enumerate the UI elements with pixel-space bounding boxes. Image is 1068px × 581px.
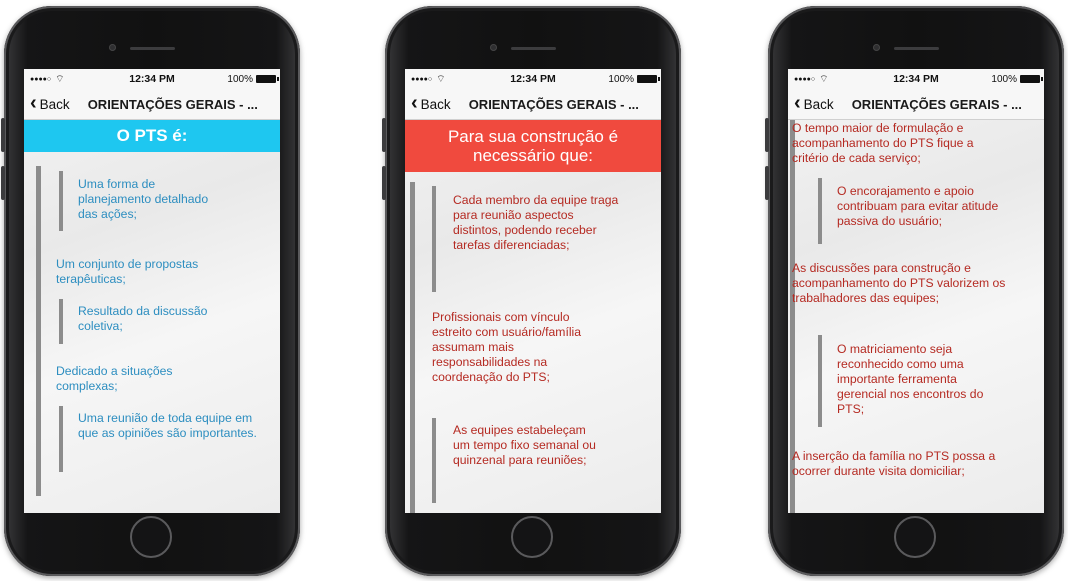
phone-3: ●●●●○ ⌔ 12:34 PM 100% ‹ Back ORIENTAÇÕES… (765, 6, 1064, 576)
quote-bar (59, 299, 63, 344)
battery-percent: 100% (227, 73, 253, 85)
banner-line: Para sua construção é (447, 127, 619, 146)
nav-title: ORIENTAÇÕES GERAIS - ... (468, 96, 639, 112)
outer-quote-bar (36, 166, 41, 496)
list-item: Um conjunto de propostas terapêuticas; (56, 257, 199, 286)
list-item: O matriciamento seja reconhecido como um… (837, 342, 984, 416)
phone-screen: ●●●●○ ⌔ 12:34 PM 100% ‹ Back ORIENTAÇÕES… (24, 69, 280, 513)
battery-indicator: 100% (227, 73, 279, 85)
back-label: Back (39, 96, 70, 112)
chevron-left-icon: ‹ (30, 92, 37, 114)
quote-bar (59, 171, 63, 231)
signal-dots-icon: ●●●●○ (30, 75, 52, 83)
back-button[interactable]: ‹ Back (794, 92, 834, 114)
signal-indicator: ●●●●○ ⌔ (30, 73, 65, 86)
chevron-left-icon: ‹ (794, 92, 801, 114)
wifi-icon: ⌔ (819, 73, 829, 85)
home-button[interactable] (130, 516, 172, 558)
nav-bar: ‹ Back ORIENTAÇÕES GERAIS - ... (24, 89, 280, 120)
home-button[interactable] (511, 516, 553, 558)
section-banner: O PTS é: (24, 120, 280, 152)
list-item: Uma forma de planejamento detalhado das … (78, 177, 209, 221)
front-camera (873, 44, 880, 51)
wifi-icon: ⌔ (55, 73, 65, 85)
list-item: O encorajamento e apoio contribuam para … (837, 184, 999, 228)
list-item: Resultado da discussão coletiva; (78, 304, 208, 333)
list-item: A inserção da família no PTS possa a oco… (792, 449, 996, 478)
battery-percent: 100% (991, 73, 1017, 85)
earpiece-speaker (511, 47, 556, 50)
front-camera (490, 44, 497, 51)
battery-indicator: 100% (608, 73, 660, 85)
signal-indicator: ●●●●○ ⌔ (411, 73, 446, 86)
list-item: Uma reunião de toda equipe em que as opi… (78, 411, 257, 440)
battery-icon (637, 75, 660, 83)
phone-screen: ●●●●○ ⌔ 12:34 PM 100% ‹ Back ORIENTAÇÕES… (405, 69, 661, 513)
quote-bar (818, 178, 822, 244)
battery-icon (1020, 75, 1043, 83)
earpiece-speaker (894, 47, 939, 50)
phone-screen: ●●●●○ ⌔ 12:34 PM 100% ‹ Back ORIENTAÇÕES… (788, 69, 1044, 513)
home-button[interactable] (894, 516, 936, 558)
list-item: Cada membro da equipe traga para reunião… (453, 193, 619, 252)
signal-indicator: ●●●●○ ⌔ (794, 73, 829, 86)
section-banner: Para sua construção é necessário que: (405, 120, 661, 172)
wifi-icon: ⌔ (436, 73, 446, 85)
banner-line: necessário que: (472, 146, 594, 165)
list-item: As equipes estabeleçam um tempo fixo sem… (453, 423, 596, 467)
quote-bar (432, 418, 436, 503)
signal-dots-icon: ●●●●○ (411, 75, 433, 83)
outer-quote-bar (410, 182, 415, 513)
status-bar: ●●●●○ ⌔ 12:34 PM 100% (788, 69, 1044, 89)
list-item: As discussões para construção e acompanh… (792, 261, 1006, 305)
quote-bar (432, 186, 436, 292)
back-label: Back (803, 96, 834, 112)
back-button[interactable]: ‹ Back (411, 92, 451, 114)
phone-2: ●●●●○ ⌔ 12:34 PM 100% ‹ Back ORIENTAÇÕES… (382, 6, 681, 576)
nav-title: ORIENTAÇÕES GERAIS - ... (851, 96, 1022, 112)
front-camera (109, 44, 116, 51)
battery-icon (256, 75, 279, 83)
signal-dots-icon: ●●●●○ (794, 75, 816, 83)
status-bar: ●●●●○ ⌔ 12:34 PM 100% (405, 69, 661, 89)
battery-indicator: 100% (991, 73, 1043, 85)
phone-1: ●●●●○ ⌔ 12:34 PM 100% ‹ Back ORIENTAÇÕES… (1, 6, 300, 576)
status-bar: ●●●●○ ⌔ 12:34 PM 100% (24, 69, 280, 89)
nav-bar: ‹ Back ORIENTAÇÕES GERAIS - ... (788, 89, 1044, 120)
quote-bar (59, 406, 63, 472)
quote-bar (818, 335, 822, 427)
earpiece-speaker (130, 47, 175, 50)
list-item: O tempo maior de formulação e acompanham… (792, 121, 974, 165)
list-item: Dedicado a situações complexas; (56, 364, 173, 393)
nav-title: ORIENTAÇÕES GERAIS - ... (87, 96, 258, 112)
nav-bar: ‹ Back ORIENTAÇÕES GERAIS - ... (405, 89, 661, 120)
back-label: Back (420, 96, 451, 112)
battery-percent: 100% (608, 73, 634, 85)
list-item: Profissionais com vínculo estreito com u… (432, 310, 582, 384)
back-button[interactable]: ‹ Back (30, 92, 70, 114)
chevron-left-icon: ‹ (411, 92, 418, 114)
